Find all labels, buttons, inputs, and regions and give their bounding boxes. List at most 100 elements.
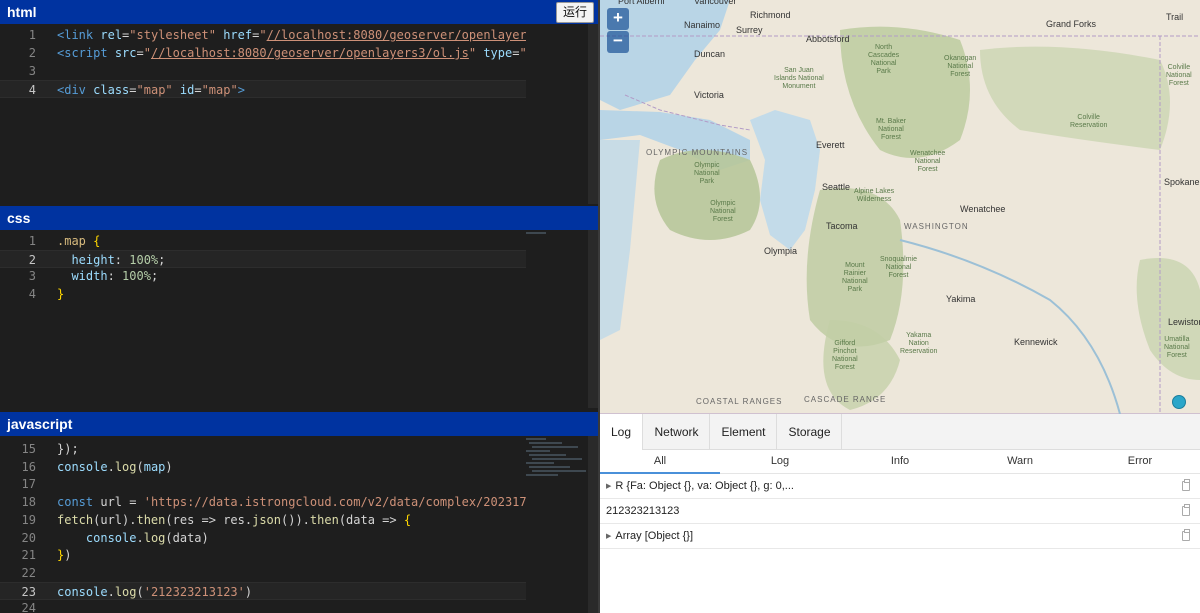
copy-icon[interactable] xyxy=(1182,479,1190,491)
code-line[interactable]: 2 <script src="//localhost:8080/geoserver… xyxy=(0,44,526,62)
code-token: ; xyxy=(158,252,166,267)
javascript-panel-title: javascript xyxy=(7,416,73,432)
code-line[interactable]: 3 xyxy=(0,62,526,80)
code-token: const xyxy=(57,495,94,510)
code-token: (url). xyxy=(93,512,137,527)
code-line[interactable]: 2 height: 100%; xyxy=(0,249,526,268)
code-line[interactable]: 20 console.log(data) xyxy=(0,529,526,547)
code-line[interactable]: 1 .map { xyxy=(0,232,526,250)
css-editor[interactable]: 1 .map {2 height: 100%; 3 width: 100%; 4} xyxy=(0,230,598,408)
code-line[interactable]: 17 xyxy=(0,475,526,493)
code-token: ( xyxy=(136,459,144,474)
minimap[interactable] xyxy=(526,232,588,406)
map-label: Gifford Pinchot National Forest xyxy=(832,340,858,371)
minimap-line xyxy=(526,232,546,234)
code-text: <script src="//localhost:8080/geoserver/… xyxy=(57,44,526,62)
line-number: 1 xyxy=(28,28,36,42)
editor-scrollbar[interactable] xyxy=(588,24,598,204)
javascript-editor[interactable]: 15}); 16 console.log(map) 17 18 const url = '… xyxy=(0,436,598,613)
copy-icon[interactable] xyxy=(1182,529,1190,541)
map-label: Richmond xyxy=(750,10,791,20)
code-line[interactable]: 22 xyxy=(0,564,526,582)
copy-icon[interactable] xyxy=(1182,504,1190,516)
code-token: { xyxy=(93,234,101,248)
code-token: ) xyxy=(244,584,253,599)
code-line[interactable]: 21}) xyxy=(0,546,526,564)
css-panel-header: css xyxy=(0,206,598,230)
map-label: Yakama Nation Reservation xyxy=(900,332,938,355)
map-attribution-icon[interactable] xyxy=(1172,395,1186,409)
log-entry[interactable]: 212323213123 xyxy=(600,499,1200,524)
console-filters: All Log Info Warn Error xyxy=(600,450,1200,474)
code-token: }); xyxy=(57,442,79,456)
run-button[interactable]: 运行 xyxy=(555,2,594,23)
filter-warn[interactable]: Warn xyxy=(960,450,1080,474)
minimap[interactable] xyxy=(526,26,588,202)
editor-scrollbar[interactable] xyxy=(588,436,598,613)
html-editor[interactable]: 1 <link rel="stylesheet" href="//localhos… xyxy=(0,24,598,204)
code-token: ) xyxy=(64,548,72,563)
code-line[interactable]: 15}); xyxy=(0,440,526,458)
html-panel-title: html xyxy=(7,4,37,20)
zoom-out-button[interactable]: − xyxy=(607,31,629,53)
code-line[interactable]: 1 <link rel="stylesheet" href="//localhos… xyxy=(0,26,526,44)
code-line[interactable]: 16 console.log(map) xyxy=(0,458,526,476)
filter-info[interactable]: Info xyxy=(840,450,960,474)
code-line[interactable]: 4} xyxy=(0,285,526,303)
code-token: class xyxy=(85,83,130,97)
log-entry[interactable]: ▶ Array [Object {}] xyxy=(600,524,1200,549)
line-number: 15 xyxy=(21,442,36,456)
line-number: 3 xyxy=(28,269,36,283)
code-line[interactable]: 18 const url = 'https://data.istrongcloud… xyxy=(0,493,526,511)
expand-caret-icon[interactable]: ▶ xyxy=(606,525,611,549)
code-token: ()). xyxy=(281,512,310,527)
code-text: width: 100%; xyxy=(57,267,158,285)
map-label: Wenatchee xyxy=(960,204,1006,214)
console-tab-log[interactable]: Log xyxy=(600,414,643,450)
console-tab-network[interactable]: Network xyxy=(644,414,710,450)
console-tab-element[interactable]: Element xyxy=(711,414,777,450)
map-label: Olympia xyxy=(764,246,798,256)
map-label: North Cascades National Park xyxy=(868,44,900,75)
code-editor-pane: html 运行 1 <link rel="stylesheet" href="//… xyxy=(0,0,598,613)
code-token: href xyxy=(215,28,253,42)
code-text: const url = 'https://data.istrongcloud.c… xyxy=(57,493,526,511)
map-label: CASCADE RANGE xyxy=(804,395,887,404)
map-label: OLYMPIC MOUNTAINS xyxy=(646,148,749,157)
code-text: .map { xyxy=(57,232,100,250)
code-token: json xyxy=(252,512,281,527)
editor-scrollbar[interactable] xyxy=(588,230,598,408)
filter-all[interactable]: All xyxy=(600,450,720,474)
map-label: Vancouver xyxy=(694,0,737,6)
code-token: console xyxy=(57,459,108,474)
log-entry[interactable]: ▶ R {Fa: Object {}, va: Object {}, g: 0,.… xyxy=(600,474,1200,499)
html-panel: html 运行 1 <link rel="stylesheet" href="//… xyxy=(0,0,598,204)
filter-log[interactable]: Log xyxy=(720,450,840,474)
expand-caret-icon[interactable]: ▶ xyxy=(606,475,611,499)
code-line[interactable]: 3 width: 100%; xyxy=(0,267,526,285)
minimap-line xyxy=(532,446,578,448)
minimap[interactable] xyxy=(526,438,588,611)
zoom-in-button[interactable]: + xyxy=(607,8,629,30)
code-line[interactable]: 4 <div class="map" id="map"> xyxy=(0,80,526,98)
filter-error[interactable]: Error xyxy=(1080,450,1200,474)
line-number: 2 xyxy=(28,46,36,60)
html-panel-header: html 运行 xyxy=(0,0,598,24)
line-number: 21 xyxy=(21,548,36,563)
code-token: . xyxy=(136,530,144,545)
map-label: Nanaimo xyxy=(684,20,721,30)
code-line[interactable]: 23 console.log('212323213123') xyxy=(0,581,526,600)
map-view[interactable]: + − Port Alberni Vancouver Richmond Nanaimo… xyxy=(600,0,1200,414)
line-number: 16 xyxy=(21,459,36,474)
code-line[interactable]: 24 xyxy=(0,599,526,613)
code-token: 'https://data.istrongcloud.com/v2/data/c… xyxy=(143,495,526,510)
code-token: (data xyxy=(338,512,383,527)
console-tab-storage[interactable]: Storage xyxy=(778,414,842,450)
code-line[interactable]: 19 fetch(url).then(res => res.json()).the… xyxy=(0,511,526,529)
code-token: res. xyxy=(215,512,253,527)
preview-pane: + − Port Alberni Vancouver Richmond Nanaimo… xyxy=(600,0,1200,613)
map-label: Victoria xyxy=(694,90,724,100)
code-token: .map xyxy=(57,234,86,248)
map-label: Everett xyxy=(816,140,845,150)
minimap-line xyxy=(526,450,550,452)
